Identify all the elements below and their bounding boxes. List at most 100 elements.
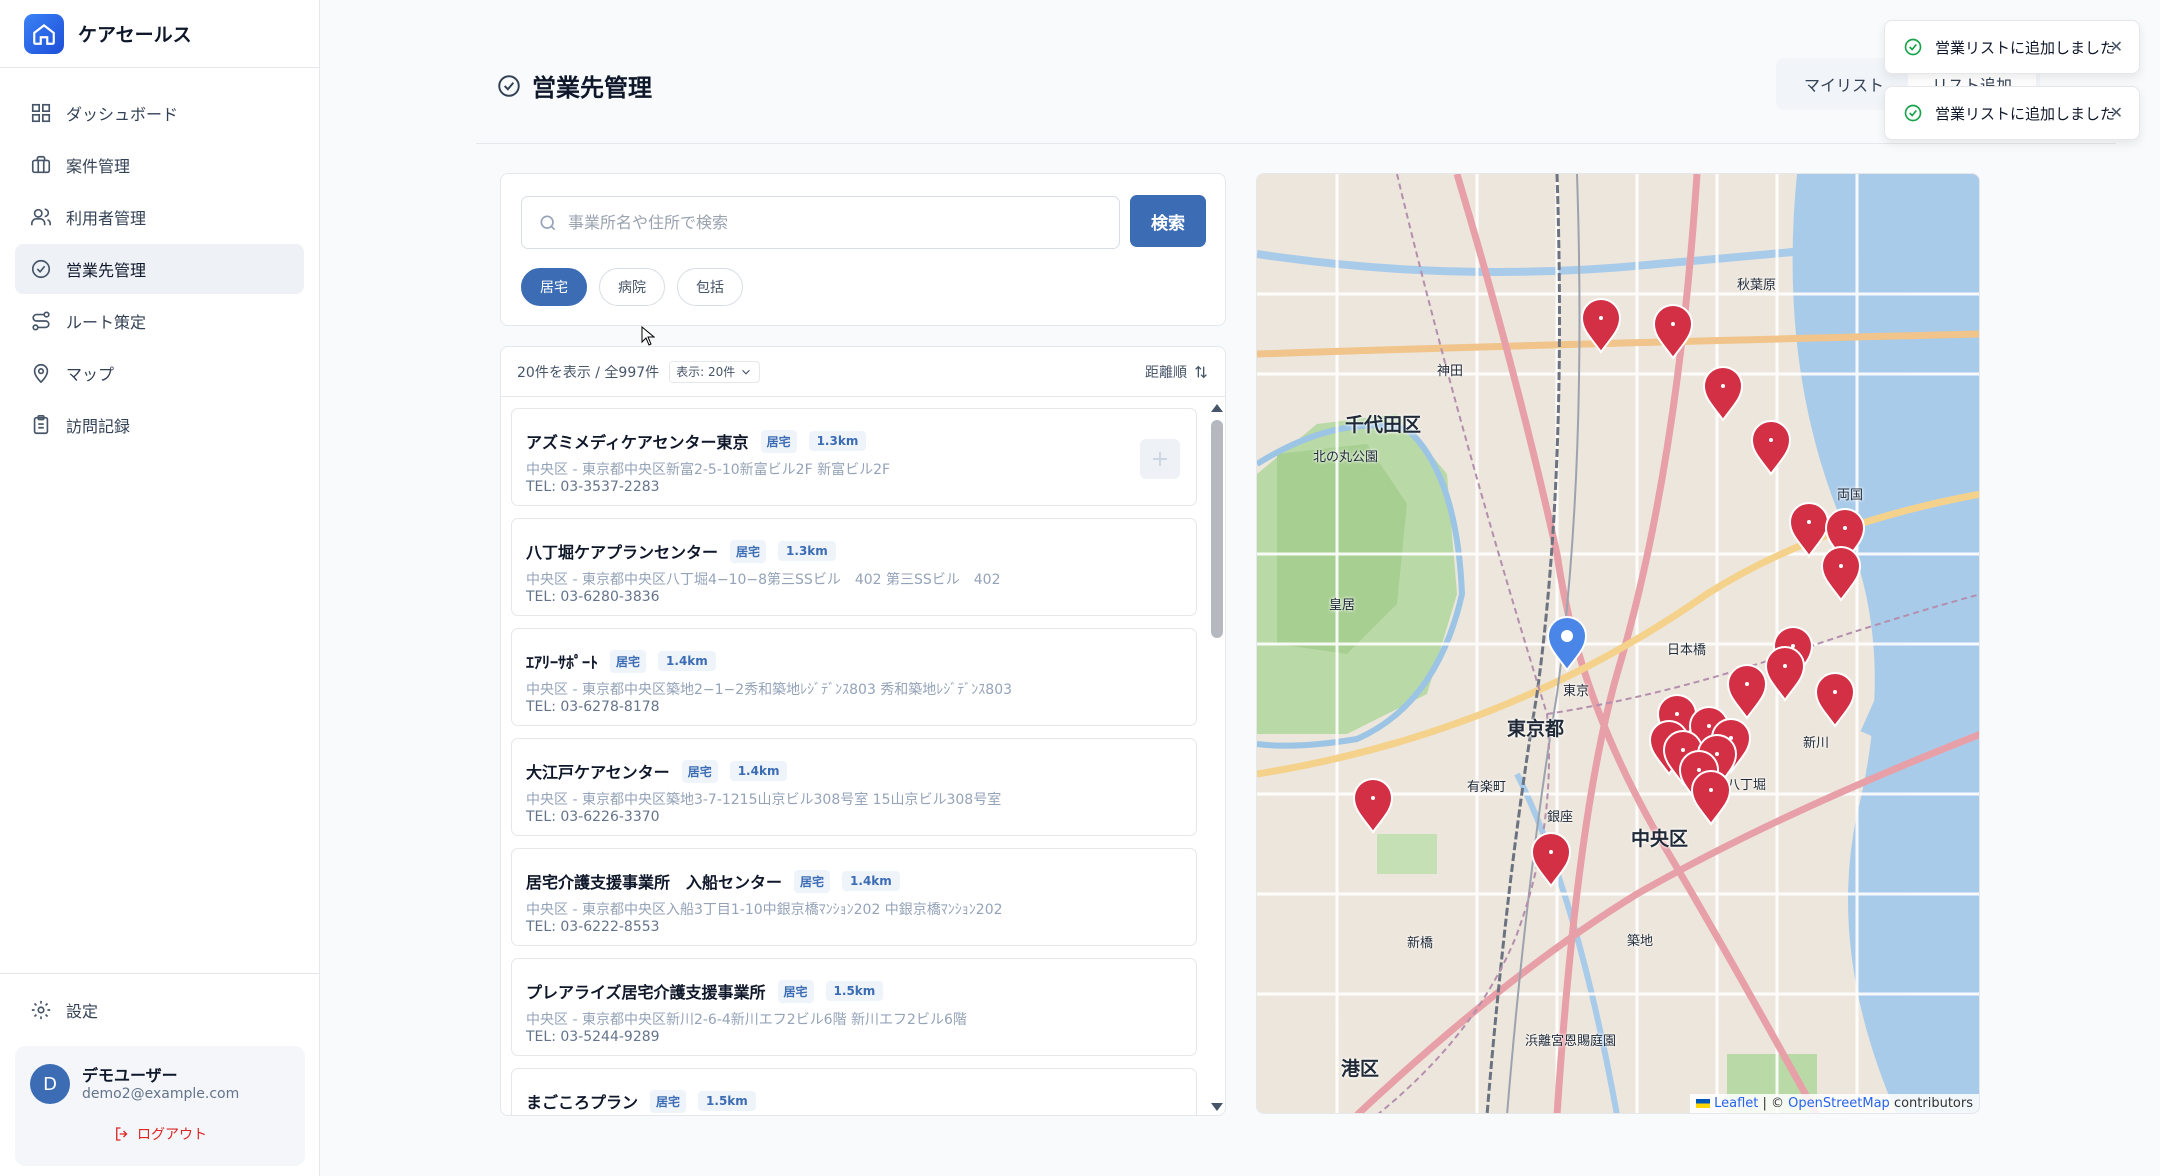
- brand-name: ケアセールス: [78, 24, 192, 46]
- toast-message: 営業リストに追加しました: [1935, 104, 2116, 123]
- office-card[interactable]: プレアライズ居宅介護支援事業所 居宅 1.5km 中央区 - 東京都中央区新川2-6…: [511, 958, 1197, 1056]
- office-name: 居宅介護支援事業所 入船センター: [526, 873, 783, 892]
- office-map-marker[interactable]: [1814, 672, 1856, 728]
- office-distance: 1.3km: [778, 541, 836, 561]
- sort-label: 距離順: [1145, 365, 1187, 381]
- office-name: ｴｱﾘｰｻﾎﾟｰﾄ: [526, 653, 599, 672]
- toast-notification: 営業リストに追加しました ✕: [1884, 20, 2140, 74]
- filter-chips: 居宅 病院 包括: [521, 268, 743, 306]
- office-map-marker[interactable]: [1820, 546, 1862, 602]
- sidebar-item-sales-targets[interactable]: 営業先管理: [15, 244, 304, 294]
- toast-message: 営業リストに追加しました: [1935, 38, 2116, 57]
- office-tel: TEL: 03-6222-8553: [526, 919, 660, 935]
- clipboard-icon: [33, 415, 49, 435]
- page-title-text: 営業先管理: [532, 74, 652, 102]
- office-map-marker[interactable]: [1788, 502, 1830, 558]
- office-card[interactable]: 八丁堀ケアプランセンター 居宅 1.3km 中央区 - 東京都中央区八丁堀4−10−…: [511, 518, 1197, 616]
- sort-toggle[interactable]: 距離順: [1145, 347, 1209, 397]
- users-icon: [31, 208, 51, 226]
- brand[interactable]: ケアセールス: [0, 0, 319, 68]
- office-distance: 1.4km: [658, 651, 716, 671]
- list-scrollbar[interactable]: [1207, 398, 1225, 1115]
- scroll-up-arrow[interactable]: [1211, 404, 1223, 412]
- search-input[interactable]: [568, 213, 1108, 232]
- office-address: 中央区 - 東京都中央区築地3-7-1215山京ビル308号室 15山京ビル30…: [526, 792, 1002, 808]
- page-title: 営業先管理: [496, 68, 652, 103]
- logout-label: ログアウト: [137, 1127, 207, 1143]
- office-map-marker[interactable]: [1580, 298, 1622, 354]
- scroll-thumb[interactable]: [1211, 420, 1223, 638]
- route-icon: [32, 311, 50, 331]
- page-header: 営業先管理 マイリスト リスト追加: [476, 0, 2116, 144]
- user-email: demo2@example.com: [82, 1086, 240, 1102]
- check-circle-icon: [1904, 38, 1922, 56]
- search-button[interactable]: 検索: [1130, 195, 1206, 247]
- office-distance: 1.5km: [825, 981, 884, 1001]
- office-map-marker[interactable]: [1652, 304, 1694, 360]
- user-name: デモユーザー: [82, 1066, 178, 1085]
- office-type-tag: 居宅: [794, 869, 831, 893]
- check-circle-icon: [498, 74, 520, 97]
- add-to-list-button[interactable]: +: [1140, 439, 1180, 479]
- office-type-tag: 居宅: [681, 759, 718, 783]
- toast-notification: 営業リストに追加しました ✕: [1884, 86, 2140, 140]
- office-map-marker[interactable]: [1750, 420, 1792, 476]
- mouse-cursor-icon: [641, 326, 655, 346]
- filter-chip-kyotaku[interactable]: 居宅: [521, 268, 587, 306]
- close-icon[interactable]: ✕: [2110, 103, 2123, 122]
- attribution-suffix: contributors: [1889, 1096, 1973, 1111]
- sidebar-bottom: 設定 D デモユーザー demo2@example.com ログアウト: [0, 973, 320, 1176]
- office-type-tag: 居宅: [777, 979, 814, 1003]
- gear-icon: [31, 1000, 51, 1020]
- office-card[interactable]: 居宅介護支援事業所 入船センター 居宅 1.4km 中央区 - 東京都中央区入船3丁…: [511, 848, 1197, 946]
- dashboard-icon: [31, 103, 51, 123]
- sidebar-item-settings[interactable]: 設定: [0, 974, 320, 1046]
- sidebar-item-visit-records[interactable]: 訪問記録: [15, 400, 304, 450]
- osm-link[interactable]: OpenStreetMap: [1788, 1096, 1890, 1111]
- office-map-marker[interactable]: [1764, 646, 1806, 702]
- office-distance: 1.3km: [808, 431, 867, 451]
- office-map-marker[interactable]: [1690, 770, 1732, 826]
- office-name: 八丁堀ケアプランセンター: [526, 543, 719, 562]
- office-list-panel: 20件を表示 / 全997件 表示: 20件 距離順 アズミメディケアセンター東…: [500, 346, 1226, 1116]
- office-map-marker[interactable]: [1352, 778, 1394, 834]
- per-page-select[interactable]: 表示: 20件: [669, 360, 761, 383]
- main-content: 営業先管理 マイリスト リスト追加 検索 居宅 病院 包括 20件を表示 / 全: [320, 0, 2160, 1176]
- office-map-marker[interactable]: [1702, 366, 1744, 422]
- filter-chip-houkatsu[interactable]: 包括: [677, 268, 743, 306]
- home-logo-icon: [24, 13, 64, 54]
- office-address: 中央区 - 東京都中央区八丁堀4−10−8第三SSビル 402 第三SSビル 4…: [526, 572, 1001, 588]
- check-circle-icon: [1904, 104, 1922, 122]
- leaflet-link[interactable]: Leaflet: [1714, 1096, 1758, 1111]
- office-tel: TEL: 03-6226-3370: [526, 809, 660, 825]
- sidebar-item-map[interactable]: マップ: [15, 348, 304, 398]
- office-card[interactable]: まごころプラン 居宅 1.5km: [511, 1068, 1197, 1115]
- sidebar-item-label: ダッシュボード: [66, 105, 179, 124]
- office-map-marker[interactable]: [1530, 832, 1572, 888]
- office-type-tag: 居宅: [760, 429, 797, 453]
- office-distance: 1.4km: [729, 761, 788, 781]
- per-page-value: 20件: [708, 365, 736, 379]
- office-card[interactable]: 大江戸ケアセンター 居宅 1.4km 中央区 - 東京都中央区築地3-7-1215山…: [511, 738, 1197, 836]
- office-card[interactable]: アズミメディケアセンター東京 居宅 1.3km 中央区 - 東京都中央区新富2-5-…: [511, 408, 1197, 506]
- close-icon[interactable]: ✕: [2110, 37, 2123, 56]
- per-page-label: 表示:: [676, 365, 705, 379]
- sidebar-item-route[interactable]: ルート策定: [15, 296, 304, 346]
- sidebar-item-label: 案件管理: [66, 157, 131, 176]
- sidebar-nav: ダッシュボード 案件管理 利用者管理 営業先管理 ルート策定 マップ 訪問記録: [0, 68, 319, 450]
- map-view[interactable]: 千代田区 東京都 中央区 港区 皇居 東京 日本橋 銀座 築地 八丁堀 新川 浜…: [1256, 173, 1980, 1114]
- sidebar-item-label: 訪問記録: [66, 417, 131, 436]
- office-type-tag: 居宅: [650, 1089, 687, 1113]
- sidebar-item-cases[interactable]: 案件管理: [15, 140, 304, 190]
- sidebar-item-dashboard[interactable]: ダッシュボード: [15, 88, 304, 138]
- search-panel: 検索 居宅 病院 包括: [500, 173, 1226, 326]
- scroll-down-arrow[interactable]: [1211, 1103, 1223, 1111]
- filter-chip-hospital[interactable]: 病院: [599, 268, 665, 306]
- office-map-marker[interactable]: [1726, 664, 1768, 720]
- current-location-marker[interactable]: [1546, 616, 1588, 672]
- office-card[interactable]: ｴｱﾘｰｻﾎﾟｰﾄ 居宅 1.4km 中央区 - 東京都中央区築地2−1−2秀和築地…: [511, 628, 1197, 726]
- sidebar-item-label: マップ: [66, 365, 115, 384]
- sidebar-item-clients[interactable]: 利用者管理: [15, 192, 304, 242]
- logout-button[interactable]: ログアウト: [15, 1124, 305, 1144]
- logout-icon: [116, 1127, 128, 1141]
